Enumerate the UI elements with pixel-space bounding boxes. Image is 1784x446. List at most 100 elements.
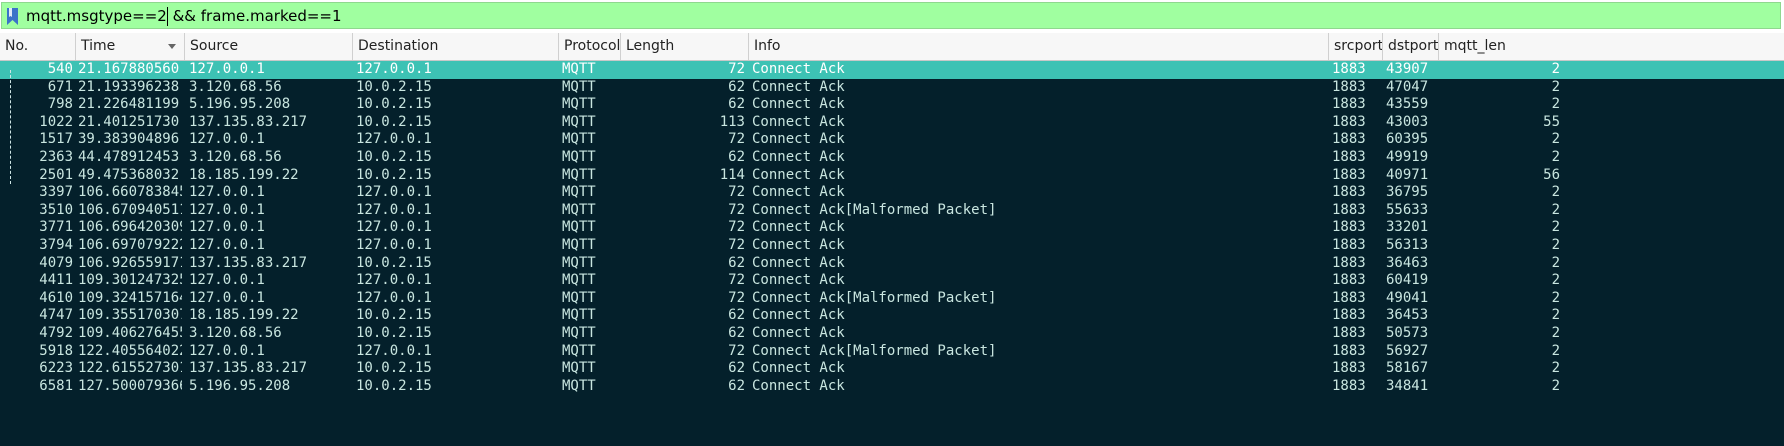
cell-source: 5.196.95.208 <box>189 377 291 394</box>
column-header-time[interactable]: Time <box>75 33 184 60</box>
column-header-no[interactable]: No. <box>0 33 75 60</box>
cell-length: 114 <box>719 166 745 183</box>
display-filter-input[interactable]: mqtt.msgtype==2 && frame.marked==1 <box>1 2 1781 29</box>
table-row[interactable]: 3510 106.670940511 127.0.0.1 127.0.0.1 MQTT 7… <box>0 201 1784 220</box>
table-row[interactable]: 4792 109.406276455 3.120.68.56 10.0.2.15 MQT… <box>0 325 1784 343</box>
table-row[interactable]: 4411 109.301247325 127.0.0.1 127.0.0.1 MQTT 7… <box>0 272 1784 290</box>
column-header-label: dstport <box>1388 38 1439 54</box>
cell-no: 3397 <box>39 184 73 201</box>
cell-time: 21.167880560 <box>78 61 180 77</box>
table-row[interactable]: 4747 109.355170307 18.185.199.22 10.0.2.15 M… <box>0 307 1784 325</box>
cell-time: 109.301247325 <box>78 272 182 289</box>
cell-srcport: 1883 <box>1332 113 1366 130</box>
cell-info: Connect Ack <box>752 377 845 394</box>
cell-protocol: MQTT <box>562 61 596 77</box>
cell-length: 62 <box>728 360 745 377</box>
cell-srcport: 1883 <box>1332 78 1366 95</box>
cell-mqtt-len: 2 <box>1551 149 1560 165</box>
packet-list-window: mqtt.msgtype==2 && frame.marked==1 No. T… <box>0 0 1784 446</box>
cell-source: 127.0.0.1 <box>189 219 265 236</box>
cell-no: 4610 <box>39 289 73 306</box>
cell-destination: 10.0.2.15 <box>356 149 432 165</box>
column-header-dstport[interactable]: dstport <box>1382 33 1438 60</box>
column-header-label: Info <box>754 38 781 54</box>
cell-destination: 10.0.2.15 <box>356 377 432 394</box>
column-header-info[interactable]: Info <box>748 33 1328 60</box>
table-row[interactable]: 6581 127.500079366 5.196.95.208 10.0.2.15 MQ… <box>0 377 1784 396</box>
cell-no: 4079 <box>39 254 73 271</box>
cell-srcport: 1883 <box>1332 184 1366 201</box>
cell-time: 109.324157164 <box>78 289 182 306</box>
table-row[interactable]: 798 21.226481199 5.196.95.208 10.0.2.15 MQTT… <box>0 96 1784 114</box>
table-row[interactable]: 3397 106.660783845 127.0.0.1 127.0.0.1 MQTT 7… <box>0 184 1784 202</box>
display-filter-bar: mqtt.msgtype==2 && frame.marked==1 <box>0 0 1784 33</box>
table-row[interactable]: 6223 122.615527301 137.135.83.217 10.0.2.15… <box>0 360 1784 378</box>
cell-mqtt-len: 2 <box>1551 131 1560 148</box>
cell-length: 72 <box>728 342 745 359</box>
cell-srcport: 1883 <box>1332 254 1366 271</box>
cell-destination: 10.0.2.15 <box>356 113 432 130</box>
cell-protocol: MQTT <box>562 201 596 218</box>
table-row[interactable]: 2363 44.478912453 3.120.68.56 10.0.2.15 MQTT… <box>0 149 1784 167</box>
cell-srcport: 1883 <box>1332 360 1366 377</box>
cell-length: 113 <box>719 113 745 130</box>
cell-info: Connect Ack <box>752 184 845 201</box>
cell-info: Connect Ack[Malformed Packet] <box>752 342 997 359</box>
cell-length: 72 <box>728 201 745 218</box>
cell-length: 62 <box>728 96 745 113</box>
cell-dstport: 49041 <box>1386 289 1429 306</box>
cell-info: Connect Ack <box>752 61 845 77</box>
cell-time: 106.670940511 <box>78 201 182 218</box>
table-row[interactable]: 4610 109.324157164 127.0.0.1 127.0.0.1 MQTT 7… <box>0 289 1784 308</box>
cell-mqtt-len: 2 <box>1551 272 1560 289</box>
cell-protocol: MQTT <box>562 131 596 148</box>
table-row[interactable]: 2501 49.475368032 18.185.199.22 10.0.2.15 MQ… <box>0 166 1784 185</box>
cell-mqtt-len: 2 <box>1551 219 1560 236</box>
column-header-destination[interactable]: Destination <box>352 33 558 60</box>
column-header-source[interactable]: Source <box>184 33 352 60</box>
bookmark-icon[interactable] <box>6 8 19 25</box>
cell-time: 106.696420309 <box>78 219 182 236</box>
cell-source: 127.0.0.1 <box>189 61 265 77</box>
cell-destination: 10.0.2.15 <box>356 96 432 113</box>
cell-info: Connect Ack <box>752 78 845 95</box>
table-row[interactable]: 671 21.193396238 3.120.68.56 10.0.2.15 MQTT 6… <box>0 78 1784 97</box>
table-row[interactable]: 4079 106.926559171 137.135.83.217 10.0.2.15… <box>0 254 1784 273</box>
cell-time: 106.660783845 <box>78 184 182 201</box>
filter-text: mqtt.msgtype==2 && frame.marked==1 <box>26 7 342 26</box>
column-header-protocol[interactable]: Protocol <box>558 33 620 60</box>
cell-info: Connect Ack[Malformed Packet] <box>752 289 997 306</box>
cell-protocol: MQTT <box>562 237 596 253</box>
cell-dstport: 47047 <box>1386 78 1429 95</box>
cell-destination: 127.0.0.1 <box>356 219 432 236</box>
table-row[interactable]: 3794 106.697079222 127.0.0.1 127.0.0.1 MQTT 7… <box>0 237 1784 255</box>
related-packet-indicator <box>10 69 11 185</box>
cell-time: 21.193396238 <box>78 78 180 95</box>
cell-srcport: 1883 <box>1332 272 1366 289</box>
cell-no: 3771 <box>39 219 73 236</box>
cell-info: Connect Ack <box>752 307 845 324</box>
cell-mqtt-len: 2 <box>1551 360 1560 377</box>
table-row[interactable]: 3771 106.696420309 127.0.0.1 127.0.0.1 MQTT 7… <box>0 219 1784 237</box>
cell-length: 62 <box>728 78 745 95</box>
column-header-srcport[interactable]: srcport <box>1328 33 1383 60</box>
cell-protocol: MQTT <box>562 377 596 394</box>
cell-destination: 10.0.2.15 <box>356 78 432 95</box>
column-header-mqtt-len[interactable]: mqtt_len <box>1438 33 1562 60</box>
cell-mqtt-len: 2 <box>1551 96 1560 113</box>
cell-length: 62 <box>728 254 745 271</box>
cell-dstport: 40971 <box>1386 166 1429 183</box>
cell-mqtt-len: 2 <box>1551 289 1560 306</box>
cell-info: Connect Ack <box>752 219 845 236</box>
cell-source: 127.0.0.1 <box>189 272 265 289</box>
cell-dstport: 49919 <box>1386 149 1429 165</box>
table-row[interactable]: 1022 21.401251730 137.135.83.217 10.0.2.15 M… <box>0 113 1784 132</box>
table-row[interactable]: 540 21.167880560 127.0.0.1 127.0.0.1 MQTT 72 C… <box>0 61 1784 79</box>
cell-destination: 10.0.2.15 <box>356 166 432 183</box>
cell-srcport: 1883 <box>1332 325 1366 341</box>
column-header-length[interactable]: Length <box>620 33 748 60</box>
cell-srcport: 1883 <box>1332 342 1366 359</box>
column-header-label: Time <box>81 38 116 54</box>
table-row[interactable]: 5918 122.405564022 127.0.0.1 127.0.0.1 MQTT 7… <box>0 342 1784 361</box>
table-row[interactable]: 1517 39.383904896 127.0.0.1 127.0.0.1 MQTT 72… <box>0 131 1784 149</box>
